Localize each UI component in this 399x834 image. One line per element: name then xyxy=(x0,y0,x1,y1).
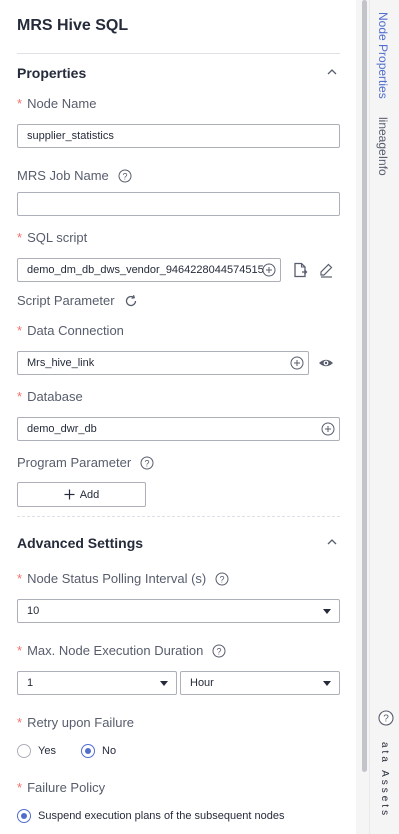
refresh-icon[interactable] xyxy=(124,294,138,308)
script-parameter-label-text: Script Parameter xyxy=(17,293,115,308)
required-mark: * xyxy=(17,571,23,586)
svg-text:?: ? xyxy=(145,458,150,468)
scrollbar-thumb[interactable] xyxy=(362,0,367,772)
max-duration-value: 1 xyxy=(27,677,34,689)
required-mark: * xyxy=(17,96,23,111)
failure-policy-label: * Failure Policy xyxy=(17,780,105,795)
max-duration-label-text: Max. Node Execution Duration xyxy=(27,643,204,658)
properties-section-title: Properties xyxy=(17,65,87,81)
mrs-job-name-label: MRS Job Name ? xyxy=(17,168,132,183)
database-label: * Database xyxy=(17,389,83,404)
database-select[interactable]: demo_dwr_db xyxy=(17,417,340,441)
add-parameter-label: Add xyxy=(79,488,100,501)
add-parameter-button[interactable]: Add xyxy=(17,482,146,507)
sql-script-value: demo_dm_db_dws_vendor_9464228044574515 xyxy=(27,264,264,276)
open-script-icon[interactable] xyxy=(292,262,308,278)
node-properties-panel: MRS Hive SQL Properties * Node Name supp… xyxy=(0,0,356,834)
program-parameter-label-text: Program Parameter xyxy=(17,455,132,470)
add-database-icon[interactable] xyxy=(321,422,335,436)
max-duration-unit: Hour xyxy=(190,677,214,689)
required-mark: * xyxy=(17,643,23,658)
node-name-label: * Node Name xyxy=(17,96,96,111)
node-name-value: supplier_statistics xyxy=(27,130,114,142)
chevron-down-icon xyxy=(160,681,168,686)
collapse-properties-icon[interactable] xyxy=(326,66,338,78)
plus-icon xyxy=(64,489,75,500)
failure-policy-label-text: Failure Policy xyxy=(27,780,106,795)
page-title: MRS Hive SQL xyxy=(17,17,129,34)
node-name-input[interactable]: supplier_statistics xyxy=(17,124,340,148)
tab-data-assets[interactable]: ata Assets xyxy=(379,742,390,818)
failure-policy-option-suspend[interactable]: Suspend execution plans of the subsequen… xyxy=(17,809,284,823)
chevron-down-icon xyxy=(323,609,331,614)
mrs-job-name-label-text: MRS Job Name xyxy=(17,168,109,183)
svg-text:?: ? xyxy=(383,714,389,725)
retry-option-no[interactable]: No xyxy=(81,744,116,758)
data-connection-label-text: Data Connection xyxy=(27,323,124,338)
sql-script-label: * SQL script xyxy=(17,230,87,245)
polling-interval-help-icon[interactable]: ? xyxy=(215,572,229,586)
required-mark: * xyxy=(17,230,23,245)
required-mark: * xyxy=(17,780,23,795)
database-value: demo_dwr_db xyxy=(27,423,97,435)
failure-policy-option-label: Suspend execution plans of the subsequen… xyxy=(38,810,285,822)
polling-interval-label: * Node Status Polling Interval (s) ? xyxy=(17,571,229,586)
polling-interval-value: 10 xyxy=(27,605,40,617)
section-divider xyxy=(17,516,340,517)
sql-script-select[interactable]: demo_dm_db_dws_vendor_9464228044574515 xyxy=(17,258,281,282)
radio-no[interactable] xyxy=(81,744,95,758)
required-mark: * xyxy=(17,323,23,338)
program-parameter-help-icon[interactable]: ? xyxy=(140,456,154,470)
database-label-text: Database xyxy=(27,389,83,404)
required-mark: * xyxy=(17,389,23,404)
collapse-advanced-icon[interactable] xyxy=(326,536,338,548)
max-duration-label: * Max. Node Execution Duration ? xyxy=(17,643,226,658)
mrs-job-name-help-icon[interactable]: ? xyxy=(118,169,132,183)
tab-lineage-info[interactable]: lineageInfo xyxy=(376,117,390,176)
polling-interval-label-text: Node Status Polling Interval (s) xyxy=(27,571,207,586)
svg-text:?: ? xyxy=(122,171,127,181)
retry-option-yes[interactable]: Yes xyxy=(17,744,56,758)
svg-text:?: ? xyxy=(217,646,222,656)
polling-interval-select[interactable]: 10 xyxy=(17,599,340,623)
add-connection-icon[interactable] xyxy=(290,356,304,370)
max-duration-value-select[interactable]: 1 xyxy=(17,671,177,695)
required-mark: * xyxy=(17,715,23,730)
retry-label: * Retry upon Failure xyxy=(17,715,134,730)
program-parameter-label: Program Parameter ? xyxy=(17,455,154,470)
help-icon[interactable]: ? xyxy=(378,710,394,726)
data-connection-label: * Data Connection xyxy=(17,323,124,338)
tab-node-properties[interactable]: Node Properties xyxy=(376,12,390,99)
chevron-down-icon xyxy=(323,681,331,686)
node-name-label-text: Node Name xyxy=(27,96,97,111)
max-duration-unit-select[interactable]: Hour xyxy=(180,671,340,695)
view-connection-icon[interactable] xyxy=(318,355,334,371)
data-connection-value: Mrs_hive_link xyxy=(27,357,95,369)
data-connection-select[interactable]: Mrs_hive_link xyxy=(17,351,309,375)
edit-script-icon[interactable] xyxy=(318,262,334,278)
script-parameter-label: Script Parameter xyxy=(17,293,138,308)
retry-label-text: Retry upon Failure xyxy=(27,715,135,730)
svg-text:?: ? xyxy=(220,574,225,584)
max-duration-help-icon[interactable]: ? xyxy=(212,644,226,658)
advanced-settings-section-title: Advanced Settings xyxy=(17,535,144,551)
add-script-icon[interactable] xyxy=(262,263,276,277)
radio-suspend[interactable] xyxy=(17,809,31,823)
retry-option-yes-label: Yes xyxy=(38,745,56,757)
radio-yes[interactable] xyxy=(17,744,31,758)
sql-script-label-text: SQL script xyxy=(27,230,88,245)
retry-option-no-label: No xyxy=(102,745,117,757)
mrs-job-name-input[interactable] xyxy=(17,192,340,216)
title-divider xyxy=(17,53,340,54)
